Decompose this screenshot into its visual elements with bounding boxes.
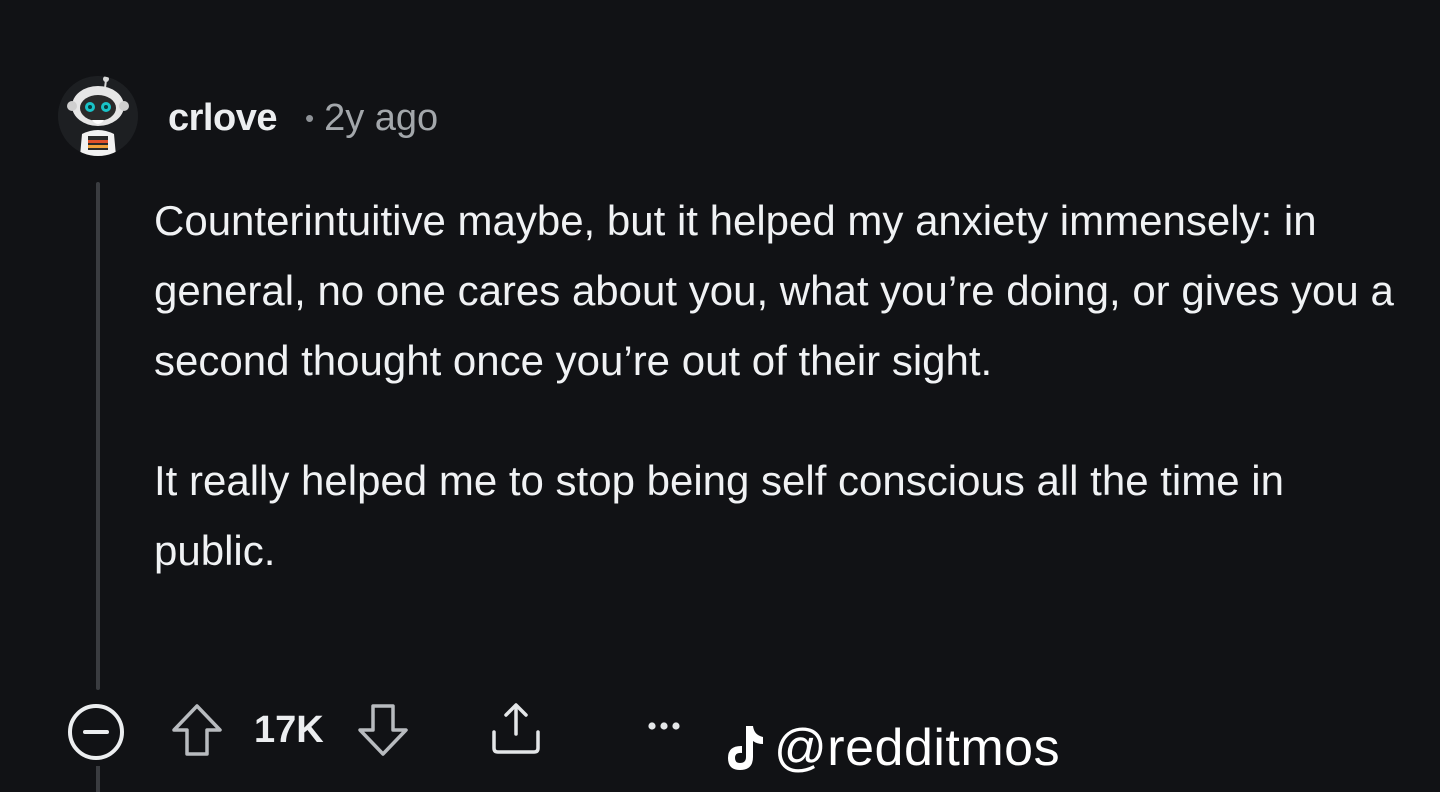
- more-icon: [648, 722, 680, 730]
- avatar[interactable]: [58, 76, 138, 156]
- comment-screen: crlove • 2y ago Counterintuitive maybe, …: [0, 0, 1440, 792]
- vote-count: 17K: [254, 709, 324, 751]
- comment-header: crlove • 2y ago: [168, 96, 438, 140]
- more-options-button[interactable]: [642, 696, 686, 736]
- upvote-icon: [172, 704, 222, 756]
- comment-action-bar: 17K: [66, 696, 766, 760]
- comment-timestamp: 2y ago: [324, 96, 439, 139]
- thread-line-continuation[interactable]: [96, 766, 100, 792]
- meta-separator: •: [304, 102, 315, 133]
- share-button[interactable]: [486, 700, 546, 756]
- downvote-button[interactable]: [356, 702, 410, 758]
- upvote-button[interactable]: [170, 702, 224, 758]
- share-icon: [492, 703, 540, 754]
- collapse-icon: [68, 704, 124, 760]
- username-link[interactable]: crlove: [168, 97, 277, 140]
- comment-paragraph: It really helped me to stop being self c…: [154, 457, 1284, 574]
- thread-line[interactable]: [96, 182, 100, 690]
- watermark: @redditmos: [720, 716, 1060, 780]
- watermark-handle: @redditmos: [774, 719, 1061, 777]
- comment-paragraph: Counterintuitive maybe, but it helped my…: [154, 197, 1394, 384]
- comment-body: Counterintuitive maybe, but it helped my…: [154, 186, 1394, 586]
- snoo-avatar-icon: [58, 76, 138, 156]
- collapse-button[interactable]: [66, 702, 126, 762]
- downvote-icon: [358, 704, 408, 756]
- tiktok-icon: [728, 726, 763, 770]
